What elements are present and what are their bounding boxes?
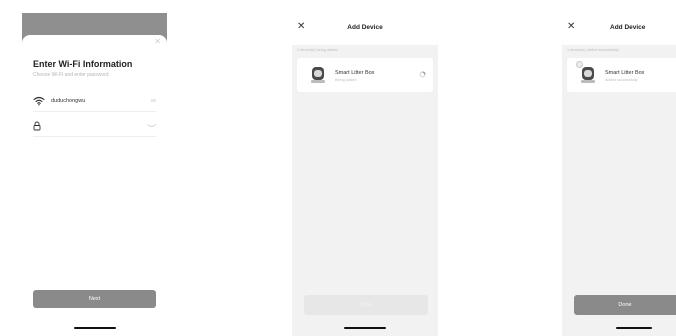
sheet-subtitle: Choose Wi-Fi and enter password bbox=[33, 72, 109, 78]
device-name: Smart Litter Box bbox=[605, 70, 645, 76]
added-device-phone: ✕ Add Device 1 device(s) added successfu… bbox=[562, 13, 676, 336]
nav-bar: ✕ Add Device bbox=[292, 13, 438, 45]
home-indicator bbox=[616, 327, 652, 329]
change-wifi-link[interactable]: Wi bbox=[151, 98, 156, 103]
wifi-name: duduchongwu bbox=[51, 97, 86, 104]
adding-device-phone: ✕ Add Device 1 device(s) being added Sma… bbox=[292, 13, 438, 336]
device-card: Smart Litter Box Being added bbox=[297, 58, 433, 92]
device-name: Smart Litter Box bbox=[335, 70, 375, 76]
wifi-info-phone: ✕ Enter Wi-Fi Information Choose Wi-Fi a… bbox=[22, 13, 167, 336]
sheet-title: Enter Wi-Fi Information bbox=[33, 59, 133, 69]
added-status: 1 device(s) added successfully bbox=[567, 48, 619, 52]
spinner-icon bbox=[419, 71, 426, 78]
litter-box-icon bbox=[311, 67, 325, 83]
wifi-select-row[interactable]: duduchongwu Wi bbox=[33, 90, 156, 112]
success-check-icon bbox=[576, 61, 583, 68]
eye-icon[interactable] bbox=[147, 123, 156, 129]
litter-box-icon bbox=[581, 67, 595, 83]
page-title: Add Device bbox=[610, 24, 646, 31]
wifi-info-sheet: ✕ Enter Wi-Fi Information Choose Wi-Fi a… bbox=[22, 35, 167, 336]
password-row bbox=[33, 115, 156, 137]
next-button[interactable]: Next bbox=[33, 290, 156, 308]
device-card: Smart Litter Box Added successfully bbox=[567, 58, 676, 92]
done-button-disabled[interactable]: Done bbox=[304, 295, 428, 315]
device-status: Being added bbox=[335, 78, 357, 82]
home-indicator bbox=[344, 327, 386, 329]
lock-icon bbox=[33, 121, 41, 130]
done-button[interactable]: Done bbox=[574, 295, 676, 315]
wifi-icon bbox=[33, 96, 45, 105]
device-status: Added successfully bbox=[605, 78, 638, 82]
close-icon[interactable]: ✕ bbox=[567, 21, 575, 32]
home-indicator bbox=[73, 327, 116, 329]
nav-bar: ✕ Add Device bbox=[562, 13, 676, 45]
password-input[interactable] bbox=[47, 122, 147, 129]
page-title: Add Device bbox=[347, 24, 383, 31]
close-icon[interactable]: ✕ bbox=[154, 37, 161, 46]
adding-status: 1 device(s) being added bbox=[297, 48, 338, 52]
